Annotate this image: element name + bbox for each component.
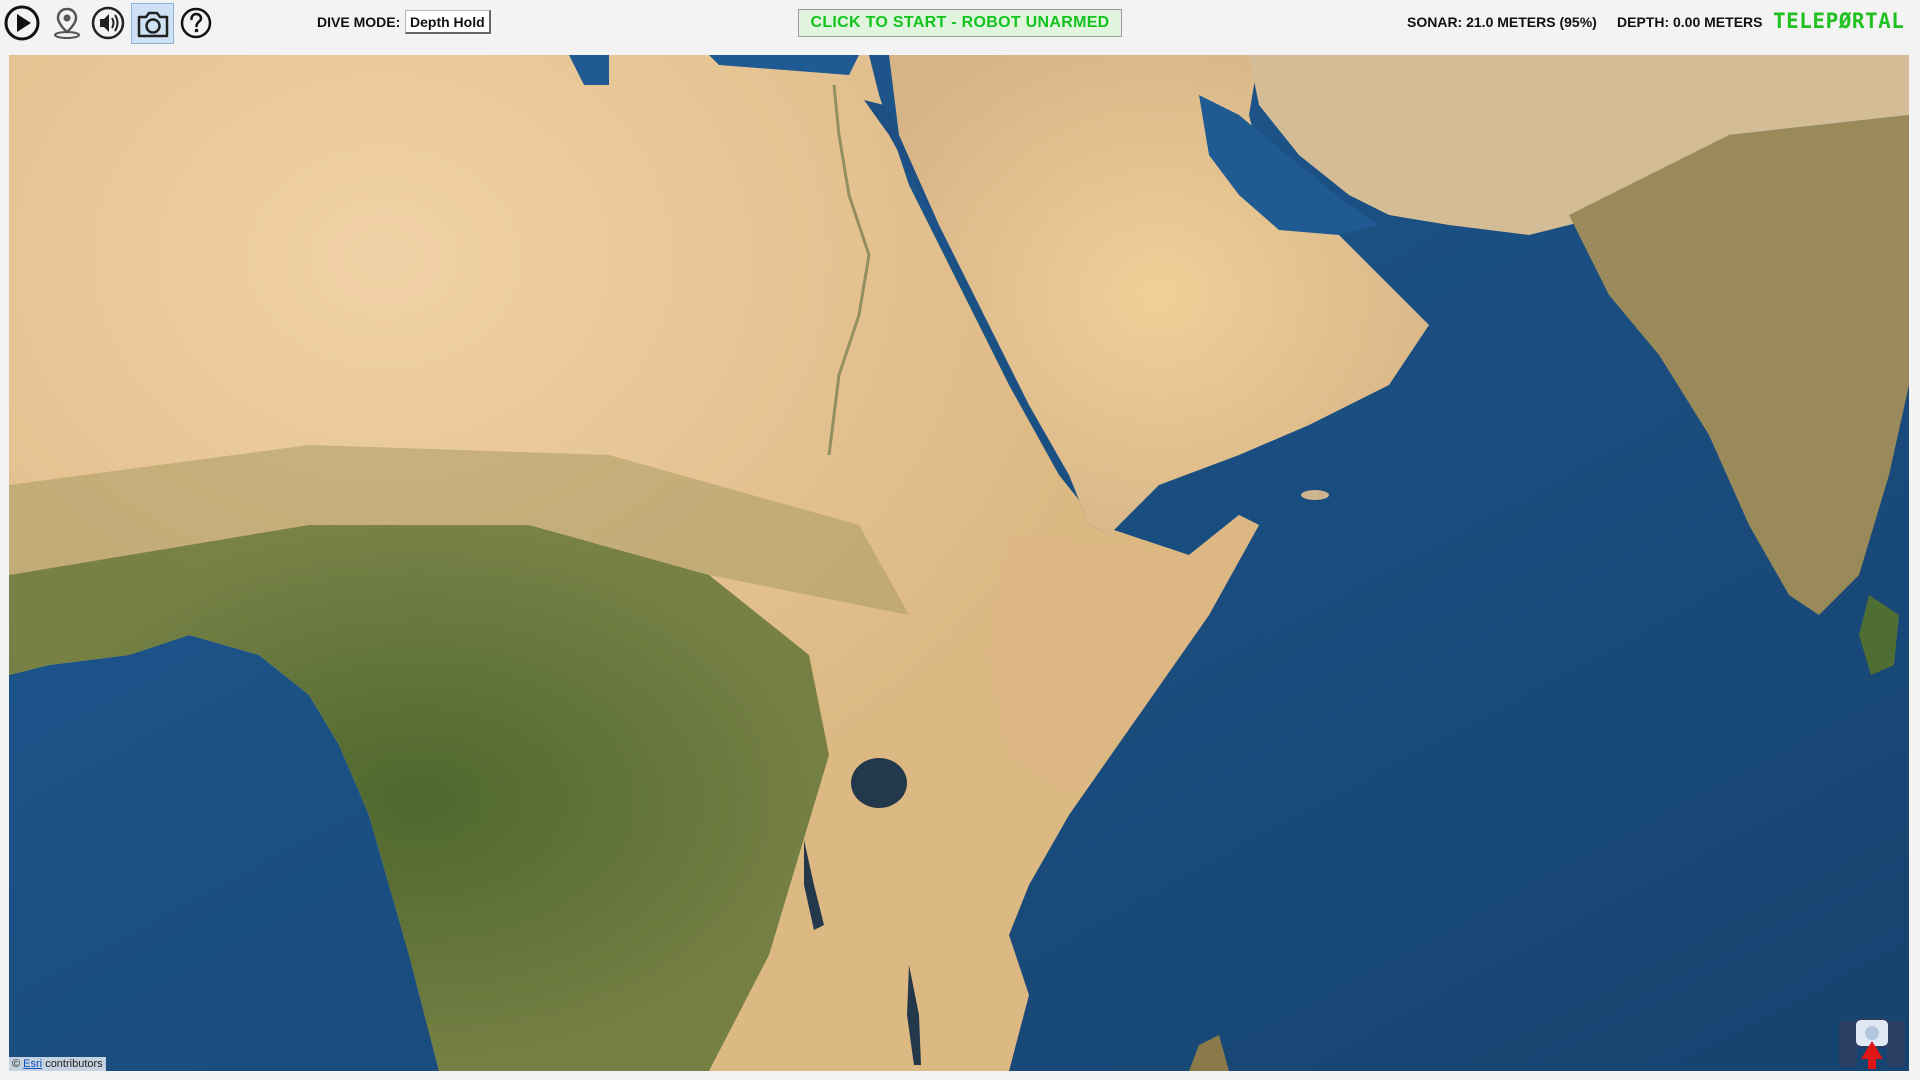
teleportal-logo: TELEPØRTAL [1773, 9, 1905, 33]
help-button[interactable] [176, 3, 216, 43]
camera-button[interactable] [131, 3, 174, 44]
play-button[interactable] [2, 3, 42, 43]
sonar-readout: SONAR: 21.0 METERS (95%) [1407, 14, 1597, 30]
robot-marker-icon[interactable] [1837, 1015, 1907, 1069]
esri-link[interactable]: Esri [23, 1058, 42, 1070]
map-attribution: © Esri contributors [9, 1057, 106, 1071]
dive-mode-select[interactable]: Depth Hold [405, 10, 491, 34]
help-icon [180, 7, 212, 39]
attribution-text: contributors [45, 1058, 103, 1070]
camera-icon [137, 11, 168, 37]
map-pin-icon [54, 7, 80, 39]
play-icon [4, 5, 40, 41]
copyright-symbol: © [12, 1058, 21, 1070]
sound-button[interactable] [88, 3, 128, 43]
speaker-icon [91, 6, 125, 40]
map-imagery [9, 55, 1909, 1071]
toolbar: DIVE MODE: Depth Hold CLICK TO START - R… [0, 0, 1920, 54]
location-button[interactable] [47, 3, 87, 43]
dive-mode-label: DIVE MODE: [317, 14, 401, 30]
depth-readout: DEPTH: 0.00 METERS [1617, 14, 1763, 30]
start-button[interactable]: CLICK TO START - ROBOT UNARMED [798, 9, 1122, 37]
satellite-map[interactable]: © Esri contributors [9, 55, 1909, 1071]
